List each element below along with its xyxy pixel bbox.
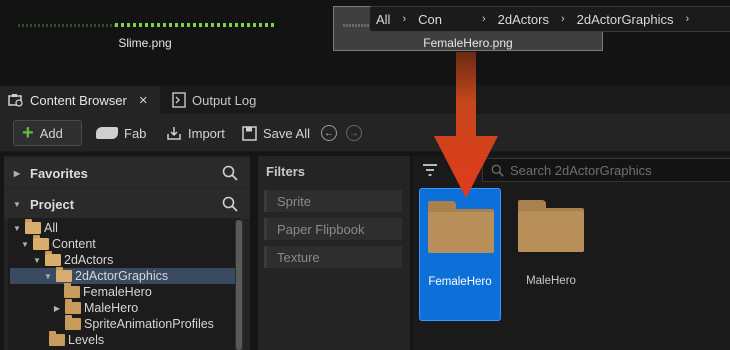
tab-content-browser-label: Content Browser bbox=[30, 92, 127, 108]
tree-item-spriteanimationprofiles[interactable]: SpriteAnimationProfiles bbox=[52, 315, 214, 332]
asset-tile-label: FemaleHero bbox=[428, 276, 492, 288]
favorites-label: Favorites bbox=[30, 165, 88, 181]
breadcrumb-separator-icon[interactable]: › bbox=[679, 13, 695, 25]
collapsed-caret-icon: ▶ bbox=[13, 168, 21, 178]
tree-item-all[interactable]: ▼ All bbox=[12, 219, 58, 236]
tab-output-log-label: Output Log bbox=[192, 92, 257, 108]
tree-item-label: 2dActors bbox=[64, 253, 114, 267]
collapsed-caret-icon[interactable]: ▶ bbox=[52, 304, 62, 313]
tree-item-label: Levels bbox=[68, 333, 105, 347]
drag-arrow-icon bbox=[434, 52, 498, 198]
breadcrumb-separator-icon[interactable]: › bbox=[396, 13, 412, 25]
folder-icon bbox=[49, 331, 65, 346]
import-button-label: Import bbox=[188, 125, 225, 141]
save-all-button[interactable]: Save All bbox=[234, 120, 318, 146]
tree-item-label: FemaleHero bbox=[83, 285, 152, 299]
folder-open-icon bbox=[45, 251, 61, 266]
breadcrumb-separator-icon[interactable]: › bbox=[476, 13, 492, 25]
add-button-label: Add bbox=[39, 125, 63, 141]
tree-item-content[interactable]: ▼ Content bbox=[20, 235, 96, 252]
folder-open-icon bbox=[25, 219, 41, 234]
expanded-caret-icon[interactable]: ▼ bbox=[12, 224, 22, 233]
breadcrumb-item-all[interactable]: All bbox=[370, 12, 396, 27]
project-label: Project bbox=[30, 196, 75, 212]
filter-chip-paper-flipbook[interactable]: Paper Flipbook bbox=[264, 218, 402, 240]
breadcrumb-separator-icon[interactable]: › bbox=[555, 13, 571, 25]
expanded-caret-icon[interactable]: ▼ bbox=[20, 240, 30, 249]
filter-chip-sprite[interactable]: Sprite bbox=[264, 190, 402, 212]
tree-scrollbar-thumb[interactable] bbox=[236, 220, 242, 350]
breadcrumb-item-2dactorgraphics[interactable]: 2dActorGraphics bbox=[571, 12, 680, 27]
fab-button-label: Fab bbox=[124, 125, 147, 141]
forward-arrow-icon[interactable]: → bbox=[346, 125, 362, 141]
tree-item-femalehero[interactable]: FemaleHero bbox=[64, 283, 152, 300]
fab-icon bbox=[96, 127, 118, 139]
save-icon bbox=[242, 125, 257, 141]
slime-file-label[interactable]: Slime.png bbox=[95, 36, 195, 50]
folder-open-icon bbox=[56, 267, 72, 282]
search-icon[interactable] bbox=[222, 165, 238, 181]
close-icon[interactable]: × bbox=[139, 92, 148, 109]
favorites-header[interactable]: ▶ Favorites bbox=[4, 158, 250, 188]
folder-icon bbox=[428, 201, 494, 253]
search-icon[interactable] bbox=[222, 196, 238, 212]
import-button[interactable]: Import bbox=[158, 120, 233, 146]
filters-header: Filters bbox=[266, 164, 306, 179]
folder-icon bbox=[518, 200, 584, 252]
project-header[interactable]: ▼ Project bbox=[4, 189, 250, 219]
folder-icon bbox=[64, 283, 80, 298]
fab-button[interactable]: Fab bbox=[88, 120, 154, 146]
asset-tile-label: MaleHero bbox=[526, 275, 576, 287]
plus-icon: + bbox=[22, 122, 34, 144]
tree-item-2dactorgraphics[interactable]: ▼ 2dActorGraphics bbox=[10, 267, 236, 284]
tree-item-levels[interactable]: Levels bbox=[36, 331, 105, 348]
breadcrumb-item-2dactors[interactable]: 2dActors bbox=[492, 12, 555, 27]
expanded-caret-icon[interactable]: ▼ bbox=[43, 272, 53, 281]
output-log-icon bbox=[172, 92, 186, 108]
tree-item-label: SpriteAnimationProfiles bbox=[84, 317, 214, 331]
folder-icon bbox=[65, 299, 81, 314]
folder-open-icon bbox=[33, 235, 49, 250]
sources-panel: ▶ Favorites ▼ Project ▼ All ▼ Content ▼ … bbox=[4, 156, 250, 350]
save-all-button-label: Save All bbox=[263, 125, 310, 141]
filter-chip-texture[interactable]: Texture bbox=[264, 246, 402, 268]
tab-output-log[interactable]: Output Log bbox=[164, 86, 274, 114]
add-button[interactable]: + Add bbox=[13, 120, 82, 146]
expanded-caret-icon: ▼ bbox=[13, 199, 21, 209]
tree-item-label: 2dActorGraphics bbox=[75, 269, 169, 283]
back-arrow-icon[interactable]: ← bbox=[321, 125, 337, 141]
search-placeholder: Search 2dActorGraphics bbox=[510, 162, 652, 178]
tree-item-malehero[interactable]: ▶ MaleHero bbox=[52, 299, 139, 316]
tree-item-label: All bbox=[44, 221, 58, 235]
femalehero-file-label: FemaleHero.png bbox=[423, 36, 513, 50]
tab-content-browser[interactable]: Content Browser × bbox=[0, 86, 160, 114]
tree-item-2dactors[interactable]: ▼ 2dActors bbox=[32, 251, 114, 268]
tree-item-label: Content bbox=[52, 237, 96, 251]
folder-icon bbox=[65, 315, 81, 330]
asset-tile-malehero[interactable]: MaleHero bbox=[510, 188, 592, 321]
breadcrumb: All › Con › 2dActors › 2dActorGraphics › bbox=[369, 6, 730, 32]
import-icon bbox=[167, 127, 181, 140]
content-browser-icon bbox=[8, 94, 23, 107]
tree-item-label: MaleHero bbox=[84, 301, 139, 315]
folder-tree: ▼ All ▼ Content ▼ 2dActors ▼ 2dActorGrap… bbox=[8, 218, 240, 350]
slime-thumbnail-accent bbox=[115, 23, 275, 27]
asset-tile-femalehero[interactable]: FemaleHero bbox=[419, 188, 501, 321]
asset-search-input[interactable]: Search 2dActorGraphics bbox=[482, 158, 730, 182]
breadcrumb-item-content[interactable]: Con bbox=[412, 12, 448, 27]
expanded-caret-icon[interactable]: ▼ bbox=[32, 256, 42, 265]
